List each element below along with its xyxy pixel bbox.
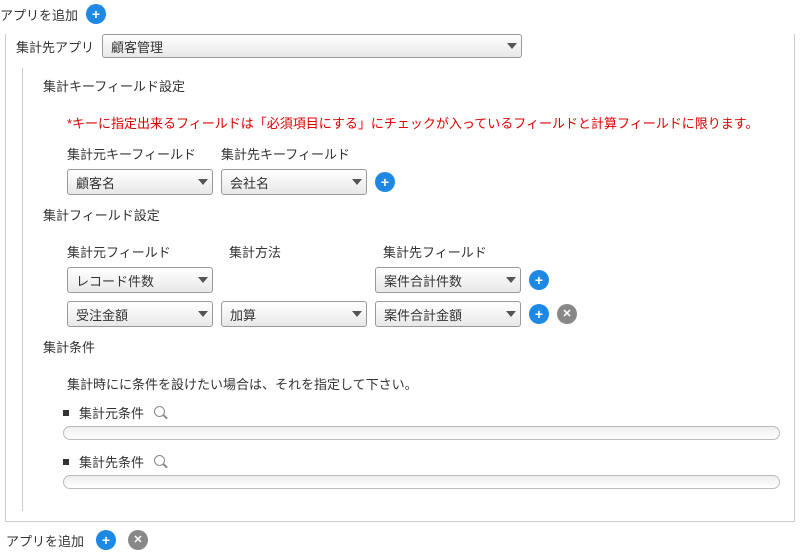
agg-src-select-0[interactable]: レコード件数 <box>67 267 213 293</box>
agg-dst-select-0[interactable]: 案件合計件数 <box>375 267 521 293</box>
chevron-down-icon <box>506 277 516 283</box>
cond-dst-bar[interactable] <box>63 475 780 489</box>
cond-src-label: 集計元条件 <box>79 403 144 422</box>
cond-dst-label: 集計先条件 <box>79 452 144 471</box>
agg-dst-select-1[interactable]: 案件合計金額 <box>375 301 521 327</box>
remove-app-button-bottom[interactable] <box>128 530 148 550</box>
target-app-select[interactable]: 顧客管理 <box>102 34 522 58</box>
chevron-down-icon <box>198 179 208 185</box>
app-config-panel: 集計先アプリ 顧客管理 集計キーフィールド設定 *キーに指定出来るフィールドは「… <box>5 34 795 522</box>
chevron-down-icon <box>198 311 208 317</box>
key-dst-select[interactable]: 会社名 <box>221 169 367 195</box>
agg-method-value: 加算 <box>230 305 256 324</box>
add-app-button-top[interactable] <box>86 4 106 24</box>
agg-field-row: 受注金額 加算 案件合計金額 <box>67 301 784 327</box>
agg-dst-header: 集計先フィールド <box>383 242 529 261</box>
key-field-title: 集計キーフィールド設定 <box>43 76 784 95</box>
key-src-select[interactable]: 顧客名 <box>67 169 213 195</box>
cond-src-bar[interactable] <box>63 426 780 440</box>
agg-dst-value: 案件合計件数 <box>384 271 462 290</box>
key-field-warning: *キーに指定出来るフィールドは「必須項目にする」にチェックが入っているフィールド… <box>67 113 784 132</box>
agg-field-row: レコード件数 案件合計件数 <box>67 267 784 293</box>
chevron-down-icon <box>352 311 362 317</box>
key-row-add-button[interactable] <box>375 172 395 192</box>
chevron-down-icon <box>507 43 517 49</box>
key-field-section: 集計キーフィールド設定 *キーに指定出来るフィールドは「必須項目にする」にチェッ… <box>22 68 784 511</box>
target-app-label: 集計先アプリ <box>16 37 94 56</box>
cond-desc: 集計時にに条件を設けたい場合は、それを指定して下さい。 <box>67 374 784 393</box>
key-src-header: 集計元キーフィールド <box>67 144 213 163</box>
key-dst-value: 会社名 <box>230 173 269 192</box>
target-app-value: 顧客管理 <box>111 37 163 56</box>
agg-row-add-button-0[interactable] <box>529 270 549 290</box>
cond-title: 集計条件 <box>43 337 784 356</box>
agg-row-add-button-1[interactable] <box>529 304 549 324</box>
search-icon[interactable] <box>154 455 168 469</box>
cond-src-row: 集計元条件 <box>63 403 784 422</box>
add-app-button-bottom[interactable] <box>96 530 116 550</box>
agg-field-title: 集計フィールド設定 <box>43 205 784 224</box>
agg-src-value: レコード件数 <box>76 271 154 290</box>
cond-dst-row: 集計先条件 <box>63 452 784 471</box>
chevron-down-icon <box>506 311 516 317</box>
bullet-icon <box>63 410 69 416</box>
agg-src-value: 受注金額 <box>76 305 128 324</box>
add-app-label-top: アプリを追加 <box>0 5 78 24</box>
agg-method-empty <box>221 267 367 293</box>
agg-dst-value: 案件合計金額 <box>384 305 462 324</box>
agg-row-remove-button-1[interactable] <box>557 304 577 324</box>
key-field-row: 顧客名 会社名 <box>67 169 784 195</box>
agg-src-select-1[interactable]: 受注金額 <box>67 301 213 327</box>
key-dst-header: 集計先キーフィールド <box>221 144 367 163</box>
key-src-value: 顧客名 <box>76 173 115 192</box>
agg-method-select-1[interactable]: 加算 <box>221 301 367 327</box>
bullet-icon <box>63 459 69 465</box>
chevron-down-icon <box>352 179 362 185</box>
agg-method-header: 集計方法 <box>229 242 375 261</box>
add-app-label-bottom: アプリを追加 <box>6 531 84 550</box>
chevron-down-icon <box>198 277 208 283</box>
search-icon[interactable] <box>154 406 168 420</box>
agg-src-header: 集計元フィールド <box>67 242 221 261</box>
